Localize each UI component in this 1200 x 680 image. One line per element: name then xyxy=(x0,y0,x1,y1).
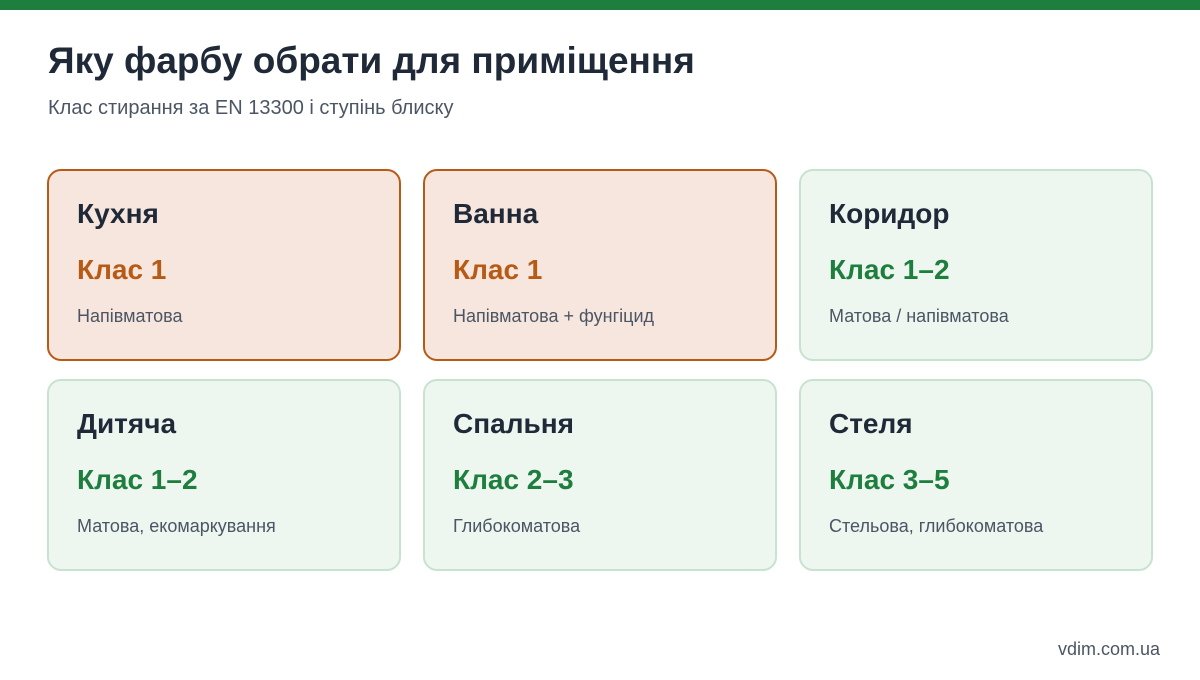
scrub-class: Клас 2–3 xyxy=(453,464,574,495)
room-card-hallway: Коридор Клас 1–2 Матова / напівматова xyxy=(799,169,1153,361)
room-name: Кухня xyxy=(77,198,159,229)
scrub-class: Клас 3–5 xyxy=(829,464,950,495)
room-card-bathroom: Ванна Клас 1 Напівматова + фунгіцид xyxy=(423,169,777,361)
scrub-class: Клас 1 xyxy=(453,254,543,285)
room-card-bedroom: Спальня Клас 2–3 Глибокоматова xyxy=(423,379,777,571)
finish-note: Напівматова xyxy=(77,306,183,326)
finish-note: Стельова, глибокоматова xyxy=(829,516,1044,536)
room-name: Стеля xyxy=(829,408,913,439)
site-footer-link[interactable]: vdim.com.ua xyxy=(1058,639,1160,660)
room-name: Коридор xyxy=(829,198,950,229)
top-accent-bar xyxy=(0,0,1200,10)
page-title: Яку фарбу обрати для приміщення xyxy=(48,40,695,81)
room-card-kitchen: Кухня Клас 1 Напівматова xyxy=(47,169,401,361)
finish-note: Матова / напівматова xyxy=(829,306,1009,326)
finish-note: Матова, екомаркування xyxy=(77,516,276,536)
scrub-class: Клас 1 xyxy=(77,254,167,285)
room-name: Спальня xyxy=(453,408,574,439)
room-name: Ванна xyxy=(453,198,539,229)
room-card-ceiling: Стеля Клас 3–5 Стельова, глибокоматова xyxy=(799,379,1153,571)
room-card-nursery: Дитяча Клас 1–2 Матова, екомаркування xyxy=(47,379,401,571)
scrub-class: Клас 1–2 xyxy=(829,254,950,285)
scrub-class: Клас 1–2 xyxy=(77,464,198,495)
room-name: Дитяча xyxy=(77,408,177,439)
finish-note: Глибокоматова xyxy=(453,516,581,536)
finish-note: Напівматова + фунгіцид xyxy=(453,306,655,326)
room-cards-grid: Кухня Клас 1 Напівматова Ванна Клас 1 На… xyxy=(47,169,1153,571)
page-subtitle: Клас стирання за EN 13300 і ступінь блис… xyxy=(48,97,454,119)
